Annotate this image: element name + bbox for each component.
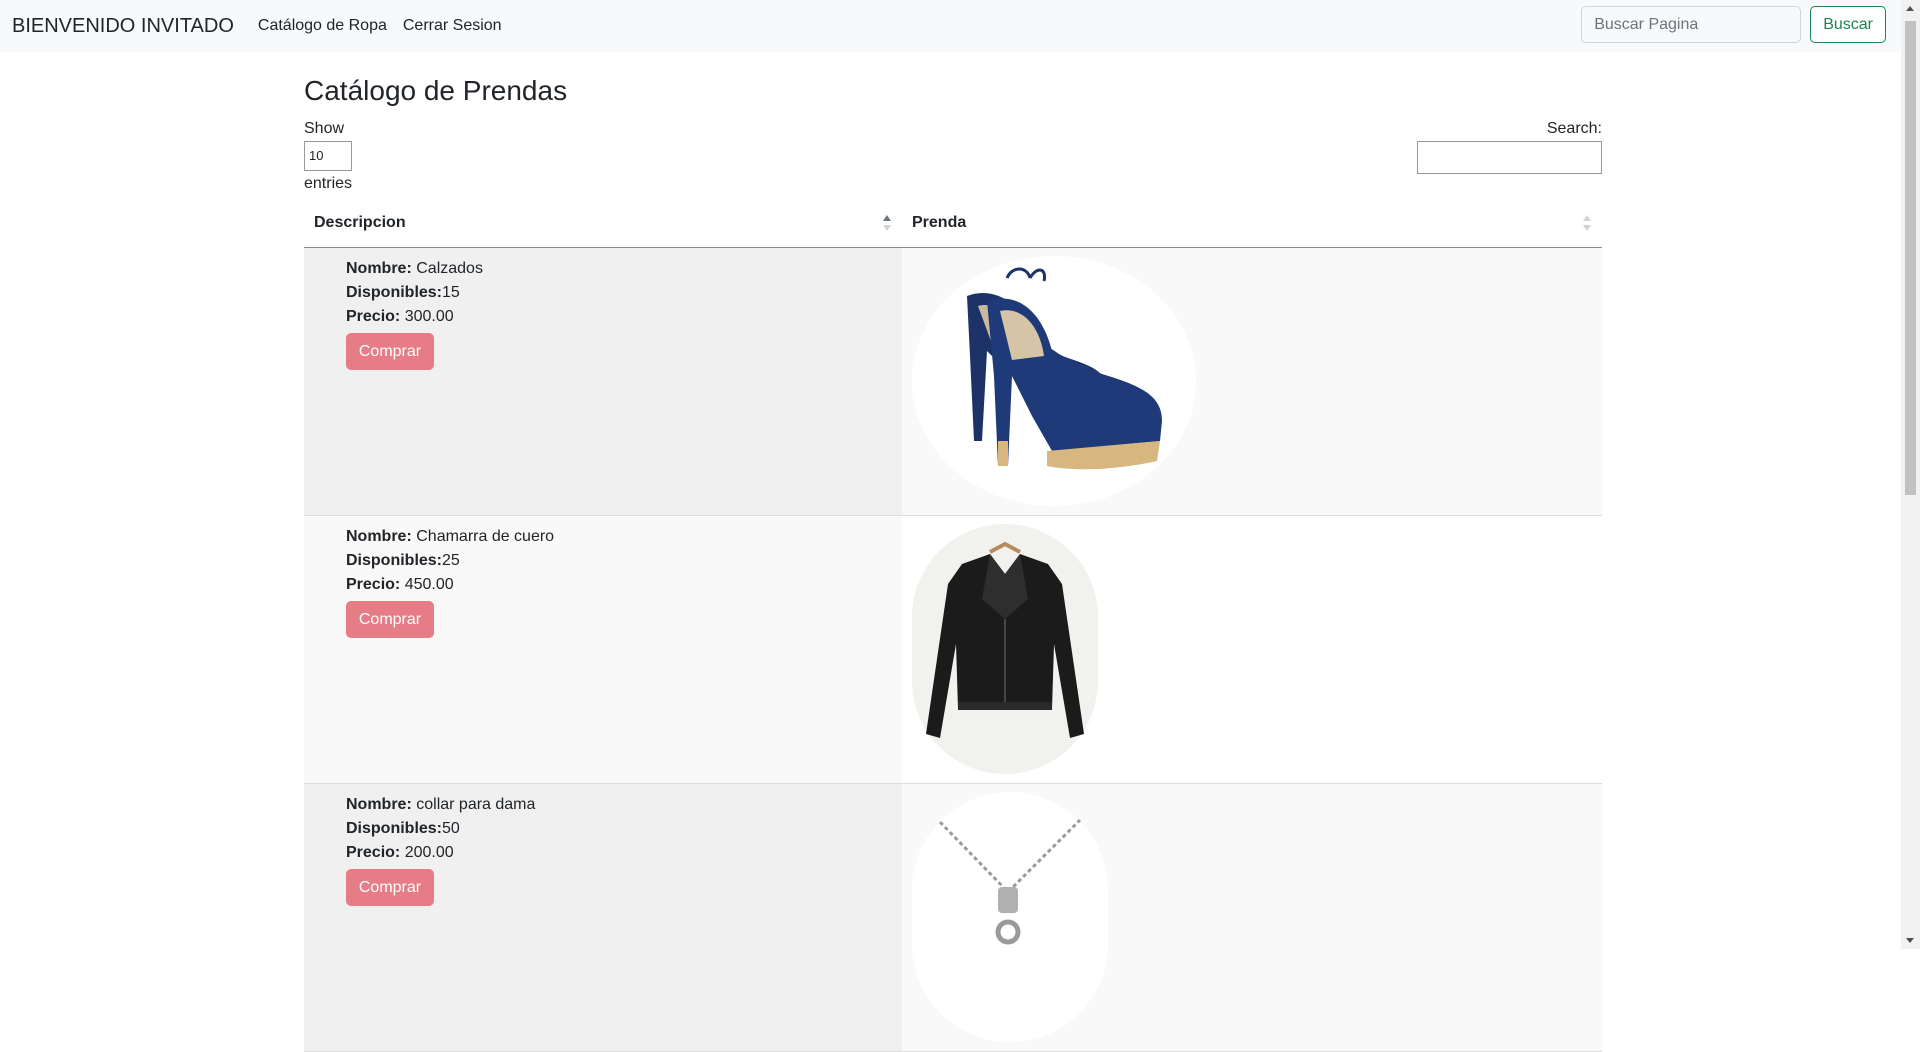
product-name: collar para dama <box>416 796 536 813</box>
product-stock: 25 <box>442 552 460 569</box>
product-price: 450.00 <box>404 576 454 593</box>
product-price: 200.00 <box>404 844 454 861</box>
name-label: Nombre: <box>346 528 412 545</box>
column-header-label: Descripcion <box>314 214 406 231</box>
nav-link-cerrar-sesion[interactable]: Cerrar Sesion <box>403 17 502 35</box>
price-label: Precio: <box>346 576 401 593</box>
search-label: Search: <box>1546 120 1602 137</box>
page-title: Catálogo de Prendas <box>304 75 568 106</box>
description-cell: Nombre: Calzados Disponibles:15 Precio: … <box>304 247 902 516</box>
navbar-brand[interactable]: BIENVENIDO INVITADO <box>12 15 234 38</box>
silver-necklace-image <box>912 792 1108 1042</box>
product-stock-line: Disponibles:25 <box>346 549 902 573</box>
entries-select[interactable]: 10 <box>304 141 352 171</box>
price-label: Precio: <box>346 844 401 861</box>
sort-asc-icon <box>883 215 891 231</box>
product-price-line: Precio: 450.00 <box>346 573 902 597</box>
product-name-line: Nombre: collar para dama <box>346 793 902 817</box>
table-row: Nombre: Calzados Disponibles:15 Precio: … <box>304 247 1602 516</box>
name-label: Nombre: <box>346 796 412 813</box>
table-search-input[interactable] <box>1417 141 1602 174</box>
buy-button[interactable]: Comprar <box>346 601 434 638</box>
blue-heel-shoe-image <box>912 256 1196 506</box>
table-filter: Search: <box>1417 120 1602 174</box>
navbar-search-form: Buscar Pagina Buscar <box>1581 6 1886 43</box>
search-page-input[interactable]: Buscar Pagina <box>1581 6 1802 43</box>
column-header-label: Prenda <box>912 214 967 231</box>
product-stock: 15 <box>442 284 460 301</box>
buy-button[interactable]: Comprar <box>346 869 434 906</box>
description-cell: Nombre: Chamarra de cuero Disponibles:25… <box>304 515 902 784</box>
entries-label: entries <box>304 175 353 192</box>
nav-link-catalogo[interactable]: Catálogo de Ropa <box>258 17 387 35</box>
available-label: Disponibles: <box>346 552 443 569</box>
table-row: Nombre: Chamarra de cuero Disponibles:25… <box>304 515 1602 784</box>
product-name-line: Nombre: Calzados <box>346 257 902 281</box>
table-row: Nombre: collar para dama Disponibles:50 … <box>304 783 1602 1052</box>
description-cell: Nombre: collar para dama Disponibles:50 … <box>304 783 902 1052</box>
available-label: Disponibles: <box>346 820 443 837</box>
image-cell <box>902 515 1602 784</box>
search-button[interactable]: Buscar <box>1810 6 1886 43</box>
name-label: Nombre: <box>346 260 412 277</box>
scroll-up-icon[interactable] <box>1906 6 1914 11</box>
product-stock-line: Disponibles:15 <box>346 281 902 305</box>
show-label: Show <box>304 120 345 137</box>
scroll-thumb[interactable] <box>1905 21 1916 495</box>
image-cell <box>902 247 1602 516</box>
product-price: 300.00 <box>404 308 454 325</box>
image-cell <box>902 783 1602 1052</box>
leather-jacket-image <box>912 524 1098 774</box>
available-label: Disponibles: <box>346 284 443 301</box>
scroll-down-icon[interactable] <box>1906 938 1914 943</box>
column-header-descripcion[interactable]: Descripcion <box>304 199 902 248</box>
sort-both-icon <box>1583 215 1591 231</box>
product-name: Calzados <box>416 260 483 277</box>
price-label: Precio: <box>346 308 401 325</box>
product-name: Chamarra de cuero <box>416 528 555 545</box>
product-price-line: Precio: 200.00 <box>346 841 902 865</box>
product-stock: 50 <box>442 820 460 837</box>
page-scrollbar[interactable] <box>1901 0 1920 949</box>
product-price-line: Precio: 300.00 <box>346 305 902 329</box>
navbar: BIENVENIDO INVITADO Catálogo de Ropa Cer… <box>0 0 1901 52</box>
column-header-prenda[interactable]: Prenda <box>902 199 1602 248</box>
product-name-line: Nombre: Chamarra de cuero <box>346 525 902 549</box>
product-stock-line: Disponibles:50 <box>346 817 902 841</box>
buy-button[interactable]: Comprar <box>346 333 434 370</box>
catalog-table: Descripcion Prenda Nombre: Calzados Disp… <box>304 199 1602 1052</box>
entries-length-control: Show 10 entries <box>304 120 352 193</box>
